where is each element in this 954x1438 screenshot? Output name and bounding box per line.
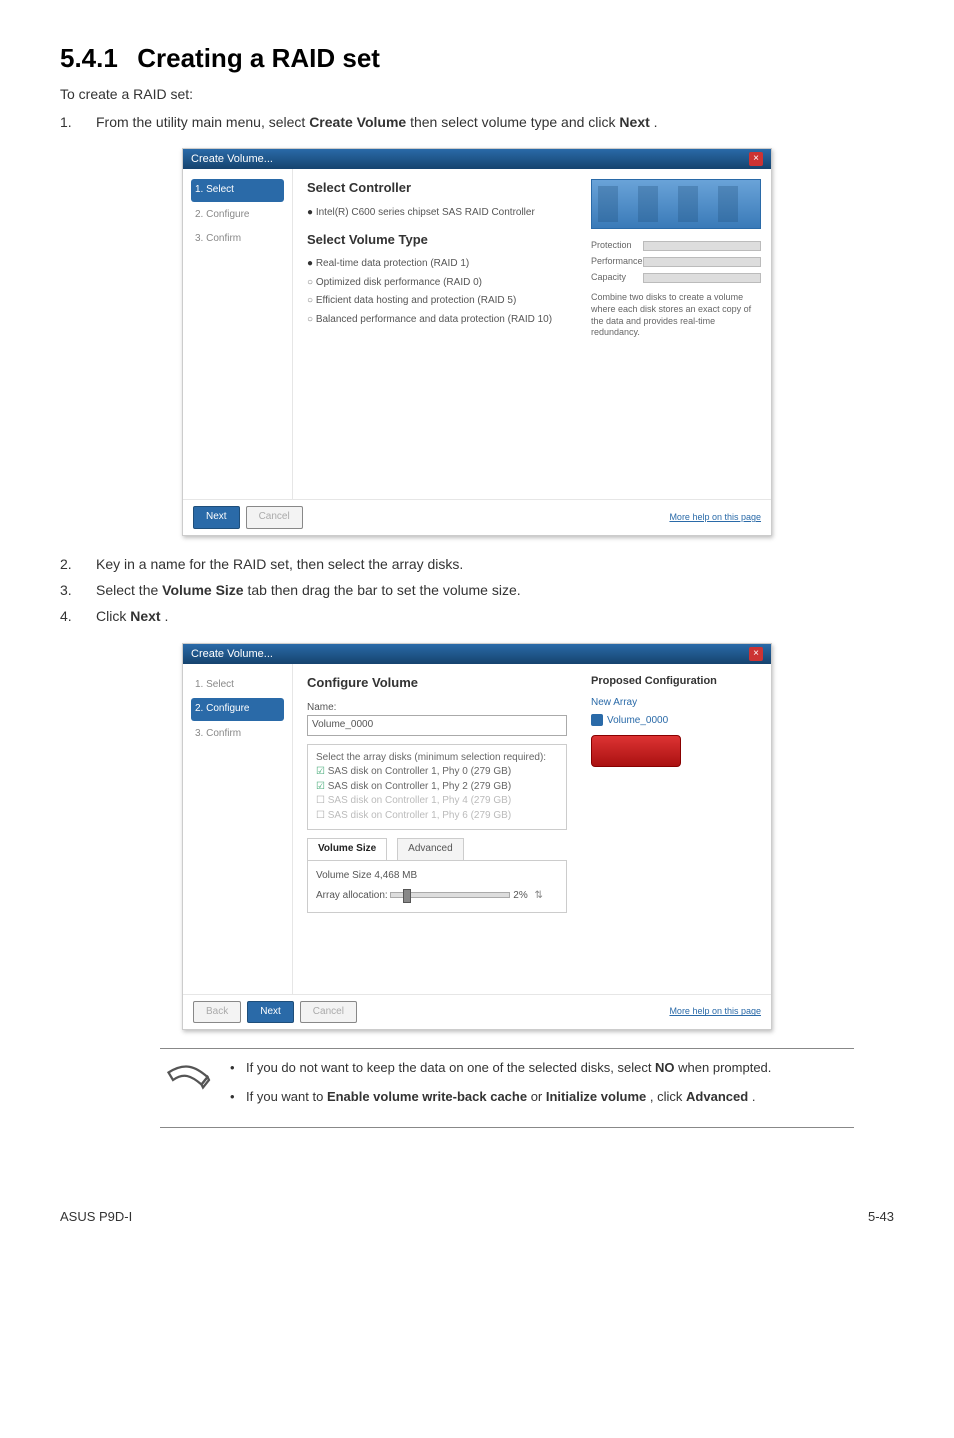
controller-option[interactable]: Intel(R) C600 series chipset SAS RAID Co…	[307, 206, 567, 221]
step-1-text-c: then select volume type and click	[410, 114, 619, 130]
step-1-bold-2: Next	[619, 114, 649, 130]
cancel-button[interactable]: Cancel	[300, 1001, 357, 1024]
intro-text: To create a RAID set:	[60, 84, 894, 104]
step-3: 3. Select the Volume Size tab then drag …	[60, 580, 894, 600]
allocation-percent: 2%	[513, 890, 527, 901]
note-icon	[164, 1059, 212, 1113]
step-4-text-c: .	[164, 608, 168, 624]
volume-icon	[591, 714, 603, 726]
wizard-2-sidebar: 1. Select 2. Configure 3. Confirm	[183, 664, 293, 994]
configure-volume-heading: Configure Volume	[307, 674, 567, 693]
step-4-index: 4.	[60, 606, 96, 626]
wizard-2: Create Volume... × 1. Select 2. Configur…	[182, 643, 772, 1031]
step-3-index: 3.	[60, 580, 96, 600]
step-1: 1. From the utility main menu, select Cr…	[60, 112, 894, 132]
protection-bar: Protection	[591, 239, 761, 252]
step-4: 4. Click Next .	[60, 606, 894, 626]
step-3-bold: Volume Size	[162, 582, 243, 598]
disk-option-4[interactable]: SAS disk on Controller 1, Phy 6 (279 GB)	[316, 809, 558, 824]
section-heading: 5.4.1 Creating a RAID set	[60, 40, 894, 78]
next-button[interactable]: Next	[247, 1001, 294, 1024]
disk-option-3[interactable]: SAS disk on Controller 1, Phy 4 (279 GB)	[316, 794, 558, 809]
note-item-2: If you want to Enable volume write-back …	[230, 1088, 771, 1107]
wizard-1-sidebar: 1. Select 2. Configure 3. Confirm	[183, 169, 293, 499]
section-number: 5.4.1	[60, 40, 130, 78]
wizard-1-right: Protection Performance Capacity Combine …	[581, 169, 771, 499]
sidebar-step-select[interactable]: 1. Select	[191, 674, 284, 697]
name-label: Name:	[307, 702, 336, 713]
raid10-option[interactable]: Balanced performance and data protection…	[307, 313, 567, 328]
allocation-slider[interactable]	[390, 892, 510, 898]
close-icon[interactable]: ×	[749, 152, 763, 166]
tab-advanced[interactable]: Advanced	[397, 838, 463, 860]
step-2: 2. Key in a name for the RAID set, then …	[60, 554, 894, 574]
step-1-text-a: From the utility main menu, select	[96, 114, 309, 130]
footer-left: ASUS P9D-I	[60, 1208, 132, 1227]
step-2-text: Key in a name for the RAID set, then sel…	[96, 554, 894, 574]
volume-type-description: Combine two disks to create a volume whe…	[591, 292, 761, 339]
raid1-option[interactable]: Real-time data protection (RAID 1)	[307, 257, 567, 272]
volume-name-input[interactable]: Volume_0000	[307, 715, 567, 736]
step-1-text-e: .	[654, 114, 658, 130]
back-button[interactable]: Back	[193, 1001, 241, 1024]
tab-volume-size[interactable]: Volume Size	[307, 838, 387, 860]
wizard-1-title: Create Volume...	[191, 149, 273, 169]
select-controller-heading: Select Controller	[307, 179, 567, 198]
cancel-button[interactable]: Cancel	[246, 506, 303, 529]
step-3-text-a: Select the	[96, 582, 162, 598]
close-icon[interactable]: ×	[749, 647, 763, 661]
wizard-2-titlebar: Create Volume... ×	[183, 644, 771, 664]
disk-graphic-icon	[591, 735, 681, 767]
disk-option-2[interactable]: SAS disk on Controller 1, Phy 2 (279 GB)	[316, 780, 558, 795]
proposed-config-heading: Proposed Configuration	[591, 674, 761, 690]
step-4-bold: Next	[130, 608, 160, 624]
volume-size-line: Volume Size 4,468 MB	[316, 869, 558, 884]
select-volume-type-heading: Select Volume Type	[307, 231, 567, 250]
section-title-text: Creating a RAID set	[137, 43, 380, 73]
step-2-index: 2.	[60, 554, 96, 574]
footer-right: 5-43	[868, 1208, 894, 1227]
tabs: Volume Size Advanced	[307, 838, 567, 861]
performance-bar: Performance	[591, 255, 761, 268]
wizard-2-title: Create Volume...	[191, 644, 273, 664]
wizard-2-right: Proposed Configuration New Array Volume_…	[581, 664, 771, 994]
wizard-1-titlebar: Create Volume... ×	[183, 149, 771, 169]
step-4-text-a: Click	[96, 608, 130, 624]
wizard-2-main: Configure Volume Name: Volume_0000 Selec…	[293, 664, 581, 994]
stepper-icon[interactable]: ⇅	[535, 890, 543, 901]
disk-hint: Select the array disks (minimum selectio…	[316, 751, 558, 766]
step-1-index: 1.	[60, 112, 96, 132]
disk-selection-box: Select the array disks (minimum selectio…	[307, 744, 567, 831]
note-item-1: If you do not want to keep the data on o…	[230, 1059, 771, 1078]
tab-body: Volume Size 4,468 MB Array allocation: 2…	[307, 861, 567, 913]
sidebar-step-confirm[interactable]: 3. Confirm	[191, 228, 284, 251]
sidebar-step-configure[interactable]: 2. Configure	[191, 698, 284, 721]
capacity-bar: Capacity	[591, 271, 761, 284]
more-help-link[interactable]: More help on this page	[669, 1005, 761, 1018]
page-footer: ASUS P9D-I 5-43	[60, 1208, 894, 1227]
disk-option-1[interactable]: SAS disk on Controller 1, Phy 0 (279 GB)	[316, 765, 558, 780]
sidebar-step-select[interactable]: 1. Select	[191, 179, 284, 202]
sidebar-step-configure[interactable]: 2. Configure	[191, 204, 284, 227]
note-box: If you do not want to keep the data on o…	[160, 1048, 854, 1128]
new-array-row: New Array	[591, 696, 761, 711]
array-allocation-label: Array allocation:	[316, 890, 388, 901]
step-3-text-c: tab then drag the bar to set the volume …	[247, 582, 520, 598]
volume-row: Volume_0000	[591, 714, 761, 729]
wizard-1: Create Volume... × 1. Select 2. Configur…	[182, 148, 772, 536]
next-button[interactable]: Next	[193, 506, 240, 529]
wizard-1-main: Select Controller Intel(R) C600 series c…	[293, 169, 581, 499]
raid5-option[interactable]: Efficient data hosting and protection (R…	[307, 294, 567, 309]
raid0-option[interactable]: Optimized disk performance (RAID 0)	[307, 276, 567, 291]
step-1-bold-1: Create Volume	[309, 114, 406, 130]
sidebar-step-confirm[interactable]: 3. Confirm	[191, 723, 284, 746]
raid-illustration	[591, 179, 761, 229]
more-help-link[interactable]: More help on this page	[669, 511, 761, 524]
